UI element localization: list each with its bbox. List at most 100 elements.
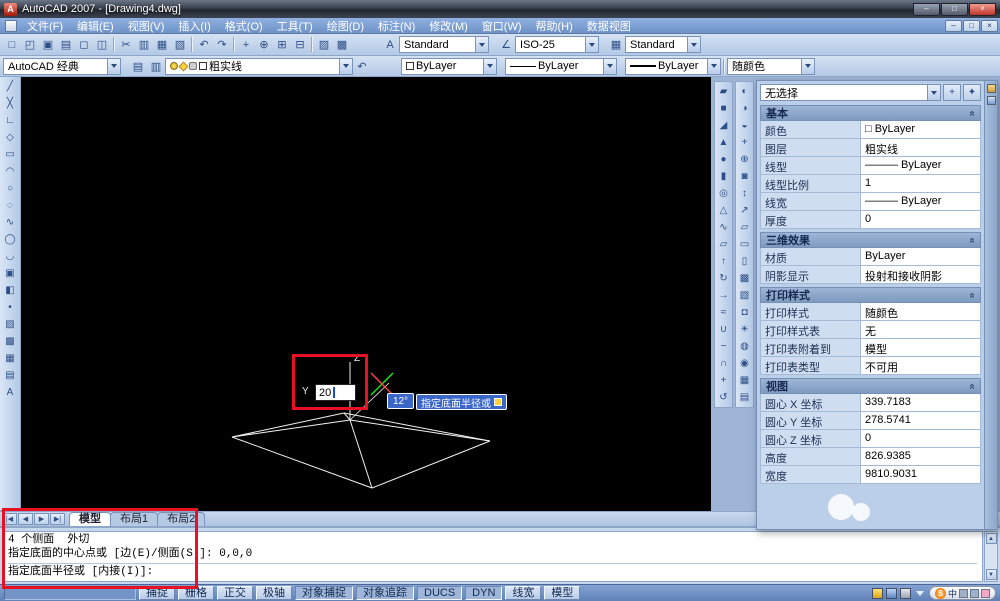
ime-mode-indicator[interactable]: 中: [948, 587, 957, 600]
ime-logo-icon[interactable]: S: [934, 587, 946, 599]
hatch-icon[interactable]: ▨: [2, 316, 19, 333]
insert-block-icon[interactable]: ▣: [2, 265, 19, 282]
scroll-up-icon[interactable]: ▲: [985, 533, 997, 544]
table-icon[interactable]: ▤: [2, 367, 19, 384]
collapse-chevron-icon[interactable]: «: [967, 383, 978, 389]
intersect-icon[interactable]: ∩: [715, 355, 732, 372]
revision-cloud-icon[interactable]: ◌: [2, 197, 19, 214]
free-orbit-icon[interactable]: ◑: [736, 100, 753, 117]
layer-on-icon[interactable]: [170, 62, 178, 70]
status-toggle-button[interactable]: DUCS: [417, 586, 463, 600]
region-icon[interactable]: ▦: [2, 350, 19, 367]
color-combo[interactable]: ByLayer: [401, 57, 497, 75]
walk-icon[interactable]: ↕: [736, 185, 753, 202]
polysolid-icon[interactable]: ▰: [715, 83, 732, 100]
dim-style-combo[interactable]: ISO-25: [515, 36, 599, 53]
maximize-button[interactable]: □: [941, 2, 968, 16]
table-style-icon[interactable]: ▦: [607, 36, 625, 53]
menu-item[interactable]: 帮助(H): [529, 18, 580, 33]
wedge-icon[interactable]: ◢: [715, 117, 732, 134]
sphere-icon[interactable]: ●: [715, 151, 732, 168]
tab-nav-button[interactable]: |◀: [2, 513, 17, 525]
match-properties-icon[interactable]: ▧: [171, 36, 189, 53]
open-icon[interactable]: ◰: [21, 36, 39, 53]
minimize-button[interactable]: –: [913, 2, 940, 16]
layer-combo[interactable]: 粗实线: [165, 57, 353, 75]
layer-previous-icon[interactable]: ↶: [353, 58, 371, 75]
fly-icon[interactable]: ↗: [736, 202, 753, 219]
section-header-basic[interactable]: 基本 «: [760, 105, 981, 121]
ime-settings-icon[interactable]: [970, 588, 979, 598]
property-value[interactable]: 模型: [861, 339, 980, 356]
menu-item[interactable]: 绘图(D): [320, 18, 371, 33]
property-value[interactable]: 0: [861, 430, 980, 447]
combo-arrow-icon[interactable]: [927, 85, 940, 100]
zoom-3d-icon[interactable]: ⊕: [736, 151, 753, 168]
background-icon[interactable]: ▦: [736, 372, 753, 389]
pan-icon[interactable]: +: [237, 36, 255, 53]
toggle-pickadd-button[interactable]: +: [943, 84, 961, 101]
tab-nav-button[interactable]: ▶: [34, 513, 49, 525]
property-value[interactable]: 投射和接收阴影: [861, 266, 980, 283]
section-header-3d-effects[interactable]: 三维效果 «: [760, 232, 981, 248]
selection-combo[interactable]: 无选择: [760, 84, 941, 101]
designcenter-icon[interactable]: ▩: [333, 36, 351, 53]
combo-arrow-icon[interactable]: [475, 37, 488, 52]
layer-color-swatch[interactable]: [199, 62, 207, 70]
section-header-view[interactable]: 视图 «: [760, 378, 981, 394]
menu-item[interactable]: 工具(T): [270, 18, 320, 33]
construction-line-icon[interactable]: ╳: [2, 95, 19, 112]
named-views-icon[interactable]: ▤: [736, 389, 753, 406]
combo-arrow-icon[interactable]: [107, 58, 120, 74]
property-value[interactable]: 1: [861, 175, 980, 192]
zoom-window-icon[interactable]: ⊞: [273, 36, 291, 53]
table-style-combo[interactable]: Standard: [625, 36, 701, 53]
3d-rotate-icon[interactable]: ↺: [715, 389, 732, 406]
collapse-chevron-icon[interactable]: «: [967, 237, 978, 243]
layer-states-icon[interactable]: ▥: [147, 58, 165, 75]
property-value[interactable]: ——— ByLayer: [861, 157, 980, 174]
undo-icon[interactable]: ↶: [195, 36, 213, 53]
status-toggle-button[interactable]: 线宽: [505, 586, 542, 600]
tray-menu-arrow-icon[interactable]: [915, 590, 924, 596]
combo-arrow-icon[interactable]: [687, 37, 700, 52]
property-value[interactable]: 不可用: [861, 357, 980, 374]
status-toggle-button[interactable]: 极轴: [256, 586, 292, 600]
layout-tab[interactable]: 模型: [69, 512, 111, 526]
combo-arrow-icon[interactable]: [707, 58, 720, 74]
scroll-down-icon[interactable]: ▼: [985, 569, 997, 580]
menu-item[interactable]: 视图(V): [121, 18, 172, 33]
property-value[interactable]: 随颜色: [861, 303, 980, 320]
status-toggle-button[interactable]: 捕捉: [139, 586, 175, 600]
status-toggle-button[interactable]: DYN: [465, 586, 503, 600]
publish-icon[interactable]: ◫: [93, 36, 111, 53]
property-value[interactable]: 278.5741: [861, 412, 980, 429]
quick-select-button[interactable]: ✦: [963, 84, 981, 101]
mapping-icon[interactable]: ◉: [736, 355, 753, 372]
menu-item[interactable]: 数据视图: [580, 18, 638, 33]
box-icon[interactable]: ■: [715, 100, 732, 117]
combo-arrow-icon[interactable]: [339, 58, 352, 74]
separator[interactable]: [189, 36, 195, 53]
qnew-icon[interactable]: □: [3, 36, 21, 53]
plot-preview-icon[interactable]: ◻: [75, 36, 93, 53]
palette-properties-menu-button[interactable]: [986, 96, 996, 105]
combo-arrow-icon[interactable]: [585, 37, 598, 52]
status-toggle-button[interactable]: 栅格: [178, 586, 214, 600]
text-style-combo[interactable]: Standard: [399, 36, 489, 53]
clean-screen-icon[interactable]: [899, 587, 911, 599]
cylinder-icon[interactable]: ▮: [715, 168, 732, 185]
doc-restore-button[interactable]: □: [963, 19, 980, 32]
make-block-icon[interactable]: ◧: [2, 282, 19, 299]
union-icon[interactable]: ∪: [715, 321, 732, 338]
plot-icon[interactable]: ▤: [57, 36, 75, 53]
cut-icon[interactable]: ✂: [117, 36, 135, 53]
separator[interactable]: [309, 36, 315, 53]
lights-icon[interactable]: ☀: [736, 321, 753, 338]
tab-nav-button[interactable]: ▶|: [50, 513, 65, 525]
3d-move-icon[interactable]: +: [715, 372, 732, 389]
property-value[interactable]: ByLayer: [861, 248, 980, 265]
spline-icon[interactable]: ∿: [2, 214, 19, 231]
separator[interactable]: [231, 36, 237, 53]
visual-style-conceptual-icon[interactable]: ▨: [736, 287, 753, 304]
